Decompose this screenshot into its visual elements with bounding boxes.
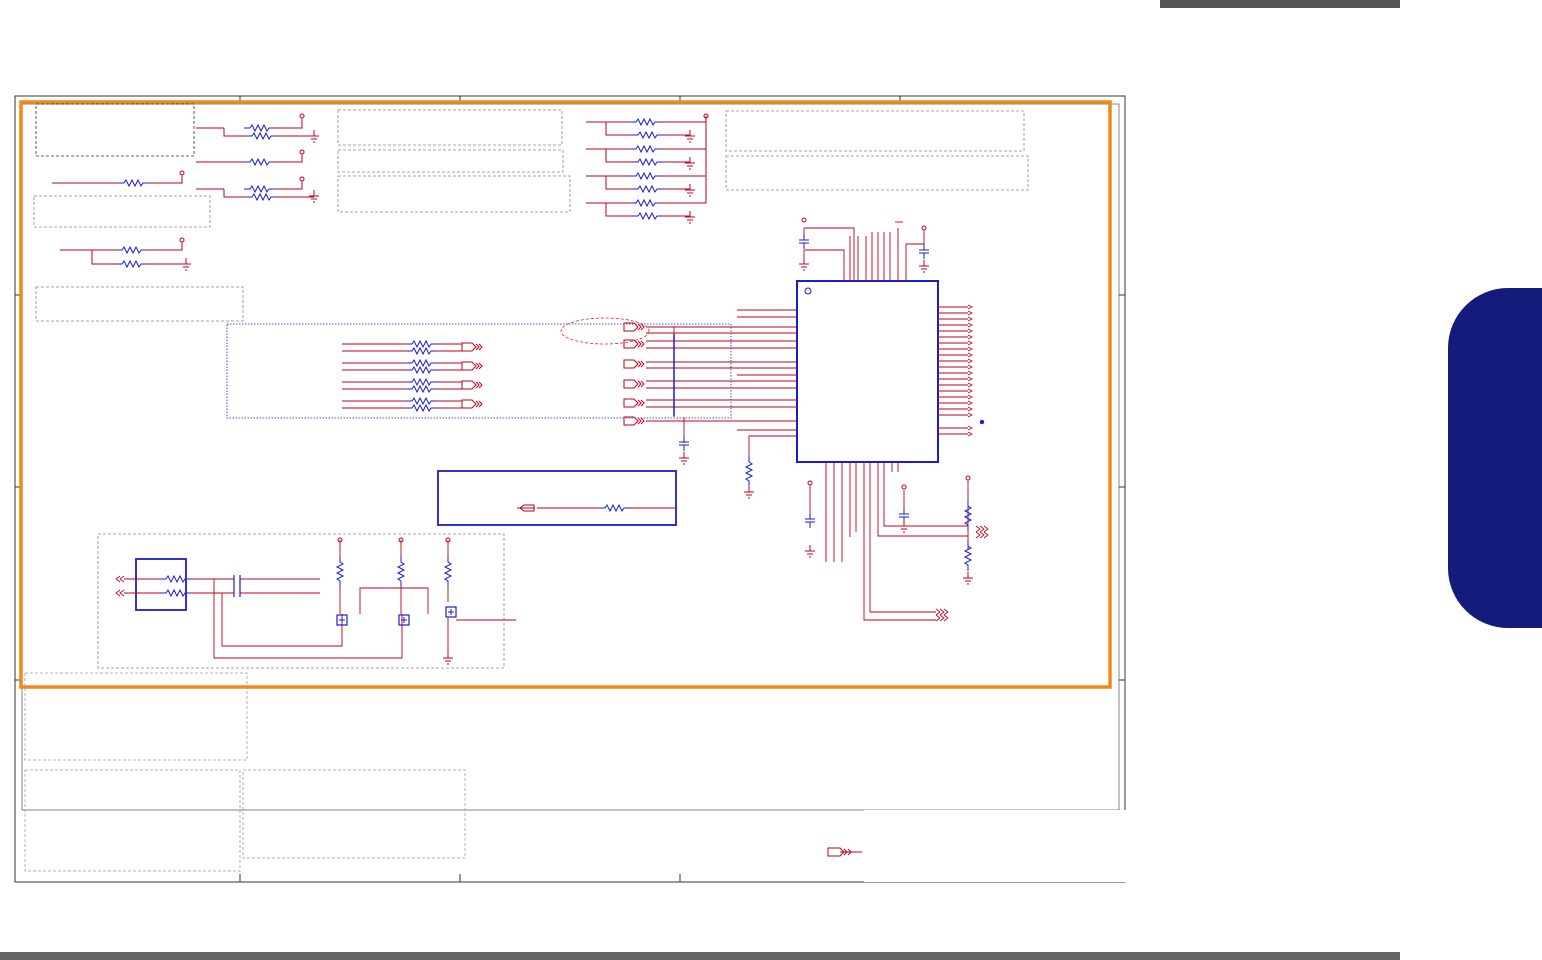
schematic-canvas — [14, 95, 1126, 883]
sub-module — [437, 470, 677, 526]
junction-dot — [979, 419, 985, 425]
ic-bottom-wires — [809, 462, 969, 621]
switch-block — [115, 537, 516, 665]
marked-signal — [560, 317, 650, 345]
bottom-net-tag — [827, 847, 862, 857]
series-resistor-bus — [342, 343, 462, 409]
drawing-frame — [14, 95, 1126, 883]
ic-top-wires — [803, 221, 925, 281]
ic-left-wires — [646, 309, 797, 462]
ic-right-signals — [938, 306, 968, 435]
main-ic — [796, 280, 939, 463]
